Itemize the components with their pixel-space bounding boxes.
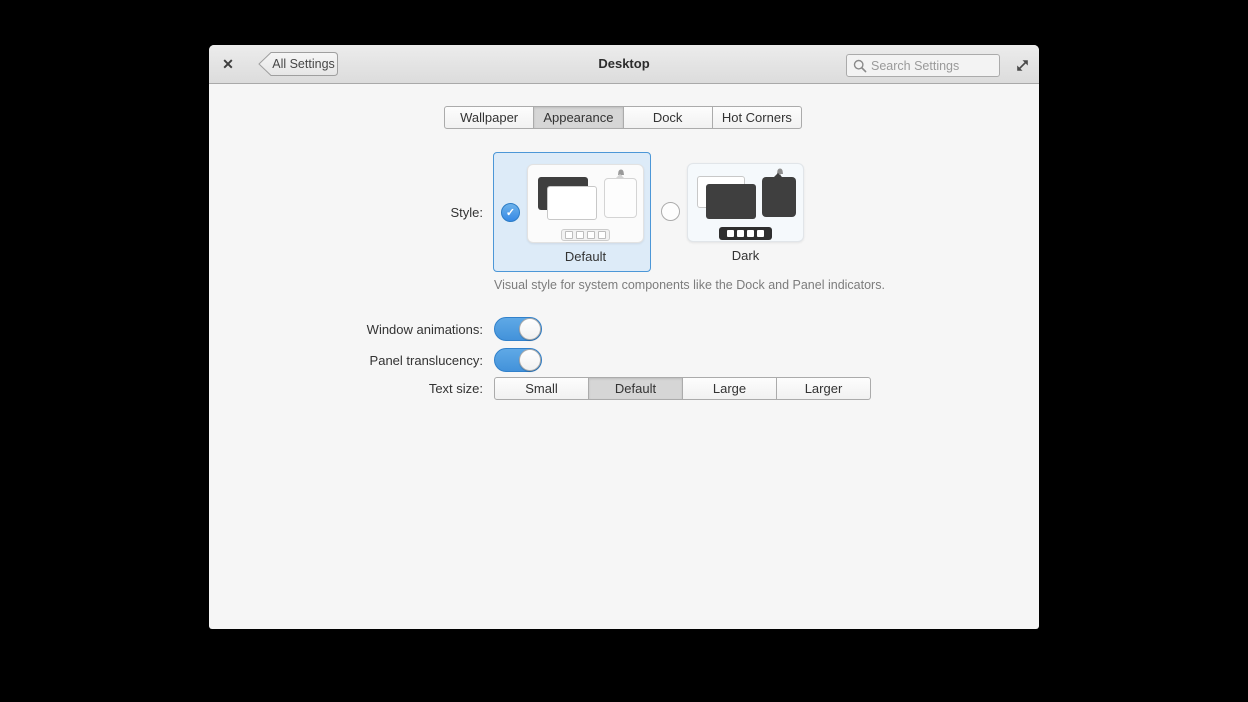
tab-wallpaper[interactable]: Wallpaper xyxy=(445,107,534,128)
style-label: Style: xyxy=(209,204,483,221)
dock-app-square xyxy=(747,230,754,237)
toggle-knob xyxy=(519,318,541,340)
text-size-small[interactable]: Small xyxy=(495,378,589,399)
toggle-knob xyxy=(519,349,541,371)
style-option-default[interactable]: ✓ Default xyxy=(493,152,651,272)
preview-window-front xyxy=(547,186,597,220)
radio-dark-unchecked[interactable] xyxy=(661,202,680,221)
panel-translucency-label: Panel translucency: xyxy=(209,352,483,369)
dock-app-square xyxy=(737,230,744,237)
preview-notification-card xyxy=(762,177,796,217)
dock-app-square xyxy=(576,231,584,239)
text-size-label: Text size: xyxy=(209,380,483,397)
search-box[interactable] xyxy=(846,54,1000,77)
window-animations-label: Window animations: xyxy=(209,321,483,338)
dock-app-square xyxy=(598,231,606,239)
preview-dock xyxy=(561,229,610,241)
tab-hot-corners[interactable]: Hot Corners xyxy=(713,107,801,128)
preview-window-front xyxy=(706,184,756,219)
radio-default-checked[interactable]: ✓ xyxy=(501,203,520,222)
dock-app-square xyxy=(757,230,764,237)
tab-dock[interactable]: Dock xyxy=(624,107,713,128)
text-size-segmented-control: Small Default Large Larger xyxy=(494,377,871,400)
dark-style-preview xyxy=(687,163,804,242)
dark-preview-column: Dark xyxy=(687,152,804,263)
dock-app-square xyxy=(727,230,734,237)
text-size-default[interactable]: Default xyxy=(589,378,683,399)
search-input[interactable] xyxy=(871,59,981,73)
dock-app-square xyxy=(587,231,595,239)
text-size-larger[interactable]: Larger xyxy=(777,378,870,399)
dock-app-square xyxy=(565,231,573,239)
tab-appearance[interactable]: Appearance xyxy=(534,107,623,128)
panel-translucency-toggle[interactable] xyxy=(494,348,542,372)
search-icon xyxy=(853,59,867,73)
preview-dock xyxy=(719,227,772,240)
settings-window: ✕ All Settings Desktop xyxy=(209,45,1039,629)
default-preview-column: Default xyxy=(527,153,644,264)
default-style-preview xyxy=(527,164,644,243)
category-tabbar: Wallpaper Appearance Dock Hot Corners xyxy=(444,106,802,129)
header-bar: ✕ All Settings Desktop xyxy=(209,45,1039,84)
check-icon: ✓ xyxy=(506,206,515,219)
text-size-large[interactable]: Large xyxy=(683,378,777,399)
window-animations-toggle[interactable] xyxy=(494,317,542,341)
default-option-caption: Default xyxy=(565,249,606,264)
dark-option-caption: Dark xyxy=(732,248,759,263)
style-option-dark[interactable]: Dark xyxy=(661,152,804,272)
maximize-button[interactable] xyxy=(1012,55,1032,75)
preview-notification-card xyxy=(604,178,637,218)
style-description: Visual style for system components like … xyxy=(494,278,914,292)
resize-diagonal-icon xyxy=(1014,57,1031,74)
